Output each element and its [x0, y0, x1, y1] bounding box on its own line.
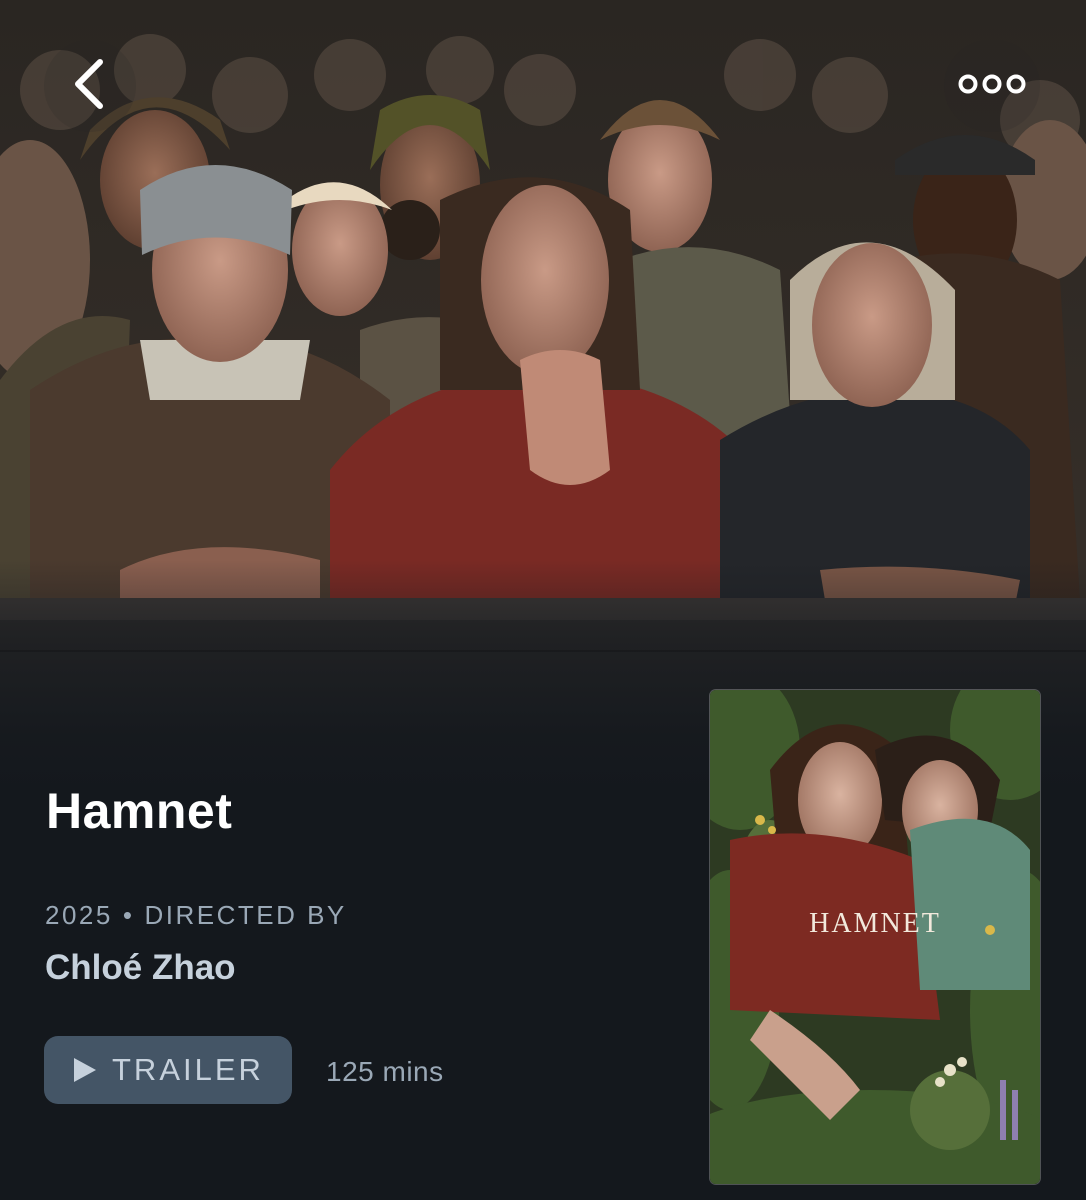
more-options-button[interactable]	[944, 40, 1040, 132]
trailer-button[interactable]: TRAILER	[44, 1036, 292, 1104]
directed-by-label: DIRECTED BY	[144, 900, 347, 930]
film-title: Hamnet	[46, 783, 233, 839]
meta-separator: •	[122, 900, 135, 930]
runtime: 125 mins	[326, 1056, 444, 1087]
trailer-label: TRAILER	[112, 1052, 264, 1087]
film-meta: 2025 • DIRECTED BY	[45, 900, 347, 931]
back-button[interactable]	[44, 40, 136, 132]
film-poster[interactable]: HAMNET	[710, 690, 1040, 1184]
play-icon	[74, 1058, 96, 1082]
director-name[interactable]: Chloé Zhao	[45, 948, 236, 988]
release-year[interactable]: 2025	[45, 900, 113, 930]
chevron-left-icon	[70, 56, 110, 117]
film-detail-screen: Hamnet 2025 • DIRECTED BY Chloé Zhao TRAIL…	[0, 0, 1086, 1200]
poster-title: HAMNET	[809, 908, 941, 939]
ellipsis-icon	[957, 73, 1027, 100]
